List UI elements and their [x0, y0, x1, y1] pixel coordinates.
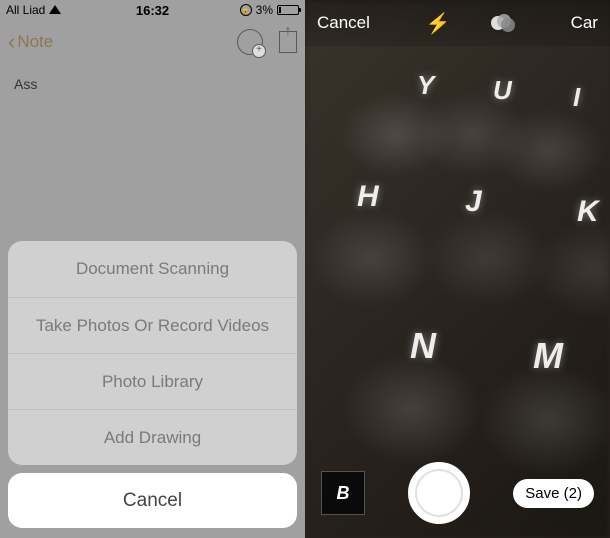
key-y: Y — [417, 70, 434, 101]
action-sheet: Document Scanning Take Photos Or Record … — [8, 241, 297, 528]
key-i: I — [573, 82, 580, 113]
sheet-take-photo-video[interactable]: Take Photos Or Record Videos — [8, 297, 297, 353]
nav-bar: ‹ Note — [0, 20, 305, 64]
status-bar: All Liad 16:32 🔒 3% — [0, 0, 305, 20]
note-content[interactable]: Ass — [0, 64, 305, 104]
filter-icon[interactable] — [491, 14, 515, 32]
key-u: U — [493, 75, 512, 106]
notes-screen: All Liad 16:32 🔒 3% ‹ Note Ass Document … — [0, 0, 305, 538]
share-icon[interactable] — [279, 31, 297, 53]
key-n: N — [410, 325, 436, 367]
chevron-left-icon: ‹ — [8, 31, 15, 53]
sheet-add-drawing[interactable]: Add Drawing — [8, 409, 297, 465]
note-text: Ass — [14, 76, 37, 92]
scanner-cancel-button[interactable]: Cancel — [317, 13, 370, 33]
key-j: J — [465, 185, 482, 219]
sheet-cancel-button[interactable]: Cancel — [8, 473, 297, 528]
save-button[interactable]: Save (2) — [513, 479, 594, 508]
scanner-bottom-bar: B Save (2) — [305, 448, 610, 538]
collaborate-icon[interactable] — [237, 29, 263, 55]
scan-thumbnail[interactable]: B — [321, 471, 365, 515]
sheet-options-group: Document Scanning Take Photos Or Record … — [8, 241, 297, 465]
scanner-screen: Y U I H J K N M Cancel ⚡ Car B Save (2) — [305, 0, 610, 538]
scanner-right-button[interactable]: Car — [571, 13, 598, 33]
sheet-photo-library[interactable]: Photo Library — [8, 353, 297, 409]
key-k: K — [577, 195, 599, 229]
key-m: M — [533, 335, 563, 377]
sheet-scan-documents[interactable]: Document Scanning — [8, 241, 297, 297]
shutter-button[interactable] — [408, 462, 470, 524]
clock: 16:32 — [136, 3, 169, 18]
back-button[interactable]: ‹ Note — [8, 31, 53, 53]
key-h: H — [357, 180, 379, 214]
thumbnail-letter: B — [337, 483, 350, 504]
battery-icon — [277, 5, 299, 15]
scanner-toolbar: Cancel ⚡ Car — [305, 0, 610, 46]
flash-icon[interactable]: ⚡ — [426, 11, 451, 36]
back-label: Note — [17, 32, 53, 52]
